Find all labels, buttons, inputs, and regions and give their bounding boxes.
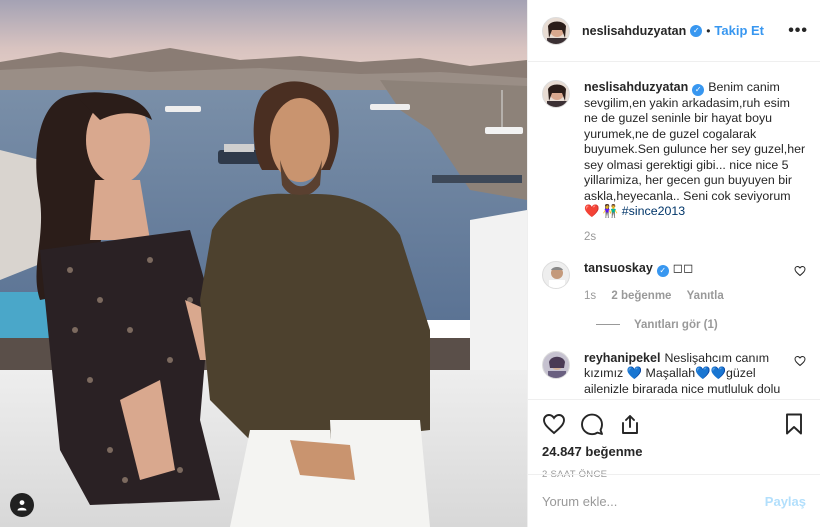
- comment-time[interactable]: 1s: [584, 290, 596, 302]
- comment-item: reyhanipekel Neslişahcım canım kızımız 💙 …: [542, 350, 806, 398]
- comment-icon[interactable]: [580, 412, 604, 436]
- caption-username[interactable]: neslisahduzyatan: [584, 80, 688, 94]
- post-image: [0, 0, 527, 527]
- view-replies-label: Yanıtları gör (1): [634, 318, 718, 331]
- post-header: neslisahduzyatan ✓ • Takip Et •••: [528, 0, 820, 62]
- hashtag-link[interactable]: #since2013: [622, 204, 685, 218]
- avatar[interactable]: [542, 261, 570, 290]
- bookmark-icon[interactable]: [782, 412, 806, 436]
- post-photo[interactable]: [0, 0, 527, 527]
- comment-username[interactable]: tansuoskay: [584, 261, 653, 275]
- header-username[interactable]: neslisahduzyatan: [582, 24, 686, 38]
- caption: neslisahduzyatan ✓ Benim canim sevgilim,en…: [542, 80, 806, 245]
- verified-badge-icon: ✓: [690, 24, 703, 37]
- comment-text: ◻◻: [672, 261, 694, 276]
- replies-divider: [596, 324, 620, 325]
- post-actions: 24.847 beğenme 2 SAAT ÖNCE Paylaş: [528, 399, 820, 527]
- likes-count[interactable]: 24.847 beğenme: [542, 444, 806, 459]
- user-tags-button[interactable]: [10, 493, 34, 517]
- comment-like-heart-icon[interactable]: [794, 355, 806, 367]
- ellipsis-icon[interactable]: •••: [788, 22, 808, 40]
- follow-button[interactable]: Takip Et: [714, 23, 764, 38]
- avatar[interactable]: [542, 16, 570, 45]
- verified-badge-icon: ✓: [656, 265, 669, 277]
- comment-likes[interactable]: 2 beğenme: [611, 290, 671, 302]
- comment-like-heart-icon[interactable]: [794, 265, 806, 277]
- caption-text: Benim canim sevgilim,en yakin arkadasim,…: [584, 80, 806, 219]
- heart-icon[interactable]: [542, 412, 566, 436]
- comment-item: tansuoskay ✓ ◻◻ 1s 2 beğenme Yanıtla: [542, 261, 806, 304]
- reply-button[interactable]: Yanıtla: [687, 290, 724, 302]
- view-replies-button[interactable]: Yanıtları gör (1): [596, 319, 806, 331]
- caption-time[interactable]: 2s: [584, 231, 596, 243]
- post-sidebar: neslisahduzyatan ✓ • Takip Et ••• neslis…: [527, 0, 820, 527]
- comment-input[interactable]: [542, 493, 765, 509]
- verified-badge-icon: ✓: [692, 83, 705, 96]
- add-comment-bar: Paylaş: [528, 474, 820, 527]
- comment-username[interactable]: reyhanipekel: [584, 351, 660, 365]
- avatar[interactable]: [542, 350, 570, 379]
- avatar[interactable]: [542, 80, 570, 108]
- share-icon[interactable]: [618, 412, 642, 436]
- person-icon: [17, 500, 27, 511]
- separator-dot: •: [706, 23, 711, 38]
- post-comment-button[interactable]: Paylaş: [765, 494, 806, 509]
- comments-list: neslisahduzyatan ✓ Benim canim sevgilim,en…: [528, 62, 820, 399]
